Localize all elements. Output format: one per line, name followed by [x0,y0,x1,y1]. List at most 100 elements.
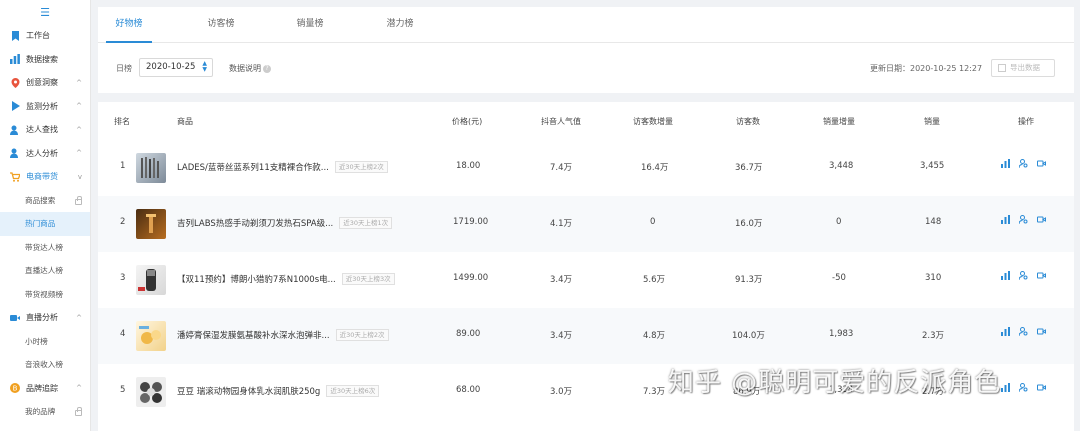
user-search-icon[interactable] [1019,215,1028,224]
header-visitors: 访客数 [736,117,760,126]
product-thumbnail[interactable] [136,265,166,295]
product-name[interactable]: 豆豆 瑞滚动物园身体乳水润肌肤250g 近30天上榜6次 [177,385,380,397]
table-row[interactable]: 2 吉列LABS热感手动剃须刀发热石SPA级... 近30天上榜1次 1719.0… [98,196,1074,252]
row-actions [1001,327,1046,336]
sidebar-item-label: 我的品牌 [25,407,56,417]
stepper-arrows-icon: ▲ ▼ [202,60,207,73]
product-name[interactable]: LADES/蓝蒂丝蓝系列11支精裸合作款... 近30天上榜2次 [177,161,388,173]
sidebar-subitem-hot-products[interactable]: 热门商品 [0,212,90,236]
user-search-icon[interactable] [1019,271,1028,280]
user-search-icon[interactable] [1019,159,1028,168]
sidebar-item-ecommerce[interactable]: 电商带货 v [0,165,90,189]
video-icon[interactable] [1037,271,1046,280]
rank-count-badge: 近30天上榜1次 [339,217,393,229]
table-row[interactable]: 3 【双11预约】博朗小猎豹7系N1000s电... 近30天上榜3次 1499.… [98,252,1074,308]
sidebar-item-creative[interactable]: 创意洞察 ^ [0,71,90,95]
trend-chart-icon[interactable] [1001,383,1010,392]
data-explain-link[interactable]: 数据说明? [229,63,271,74]
product-title: 豆豆 瑞滚动物园身体乳水润肌肤250g [177,387,321,397]
sidebar-item-live-analysis[interactable]: 直播分析 ^ [0,306,90,330]
sidebar-subitem-hourly-rank[interactable]: 小时榜 [0,330,90,354]
table-row[interactable]: 4 潘婷膏保湿发膜氨基酸补水深水泡弹非... 近30天上榜2次 89.00 3.4… [98,308,1074,364]
sidebar-item-kol-search[interactable]: 达人查找 ^ [0,118,90,142]
video-icon[interactable] [1037,327,1046,336]
sales-increment-cell: 3,448 [829,161,854,171]
popularity-cell: 4.1万 [550,219,573,229]
popularity-cell: 3.0万 [550,387,573,397]
header-rank: 排名 [114,117,130,126]
tab-potential[interactable]: 潜力榜 [377,7,423,43]
date-select[interactable]: 2020-10-25 ▲ ▼ [139,58,213,77]
rank-cell: 1 [120,161,126,171]
sidebar-subitem-sales-video-rank[interactable]: 带货视频榜 [0,283,90,307]
cart-icon [10,172,20,182]
trend-chart-icon[interactable] [1001,271,1010,280]
row-actions [1001,383,1046,392]
sales-cell: 148 [925,217,942,227]
header-ops: 操作 [1018,117,1034,126]
sidebar-item-workbench[interactable]: 工作台 [0,24,90,48]
product-name[interactable]: 潘婷膏保湿发膜氨基酸补水深水泡弹非... 近30天上榜2次 [177,329,389,341]
rank-cell: 5 [120,385,126,395]
lotion-jars-image [140,382,162,403]
sales-increment-cell: 1,983 [829,329,854,339]
chevron-up-icon: ^ [76,78,82,87]
popularity-cell: 3.4万 [550,275,573,285]
location-pin-icon [10,77,20,88]
video-icon[interactable] [1037,215,1046,224]
visitors-cell: 36.7万 [735,163,763,173]
chevron-up-icon: ^ [76,384,82,393]
sidebar-subitem-sales-kol-rank[interactable]: 带货达人榜 [0,236,90,260]
product-thumbnail[interactable] [136,321,166,351]
header-price: 价格(元) [452,117,483,126]
popularity-cell: 7.4万 [550,163,573,173]
date-type-label: 日榜 [116,64,132,73]
product-thumbnail[interactable] [136,153,166,183]
sidebar-item-kol-analysis[interactable]: 达人分析 ^ [0,142,90,166]
sidebar-subitem-my-brand[interactable]: 我的品牌 [0,400,90,424]
user-search-icon[interactable] [1019,383,1028,392]
sidebar-subitem-live-kol-rank[interactable]: 直播达人榜 [0,259,90,283]
rank-count-badge: 近30天上榜2次 [334,161,388,173]
video-icon[interactable] [1037,159,1046,168]
trend-chart-icon[interactable] [1001,327,1010,336]
sidebar-item-data-search[interactable]: 数据搜索 [0,48,90,72]
header-product: 商品 [177,117,193,126]
sidebar-subitem-product-search[interactable]: 商品搜索 [0,189,90,213]
product-thumbnail[interactable] [136,377,166,407]
watermark: 知乎 @聪明可爱的反派角色 [668,368,1002,398]
shaver-image [138,269,156,291]
tab-sales[interactable]: 销量榜 [287,7,333,43]
trend-chart-icon[interactable] [1001,159,1010,168]
product-title: 吉列LABS热感手动剃须刀发热石SPA级... [177,219,334,229]
sidebar-item-label: 数据搜索 [26,54,58,64]
sidebar-item-label: 小时榜 [25,336,48,346]
sidebar-item-monitor[interactable]: 监测分析 ^ [0,95,90,119]
bar-chart-icon [10,54,20,65]
tab-visitors[interactable]: 访客榜 [198,7,244,43]
section-gap [98,93,1074,102]
sidebar-subitem-income-rank[interactable]: 音浪收入榜 [0,353,90,377]
chevron-up-icon: ^ [76,313,82,322]
product-name[interactable]: 吉列LABS热感手动剃须刀发热石SPA级... 近30天上榜1次 [177,217,393,229]
video-icon[interactable] [1037,383,1046,392]
tab-bar: 好物榜 访客榜 销量榜 潜力榜 [98,7,1074,43]
table-row[interactable]: 1 LADES/蓝蒂丝蓝系列11支精裸合作款... 近30天上榜2次 18.00 … [98,140,1074,196]
product-thumbnail[interactable] [136,209,166,239]
trend-chart-icon[interactable] [1001,215,1010,224]
price-cell: 68.00 [456,385,481,395]
sidebar-item-label: 直播达人榜 [25,266,63,276]
row-actions [1001,159,1046,168]
lock-icon [75,407,82,416]
product-name[interactable]: 【双11预约】博朗小猎豹7系N1000s电... 近30天上榜3次 [177,273,395,285]
hamburger-icon[interactable]: ☰ [0,0,90,24]
export-button[interactable]: 导出数据 [991,59,1055,77]
sidebar-item-brand-tracking[interactable]: B 品牌追踪 ^ [0,377,90,401]
sidebar-item-label: 带货视频榜 [25,289,63,299]
update-date: 更新日期：2020-10-25 12:27 [870,64,983,73]
rank-cell: 3 [120,273,126,283]
visitors-cell: 104.0万 [732,331,765,341]
user-search-icon[interactable] [1019,327,1028,336]
visitor-increment-cell: 0 [650,217,656,227]
tab-good-products[interactable]: 好物榜 [106,7,152,43]
